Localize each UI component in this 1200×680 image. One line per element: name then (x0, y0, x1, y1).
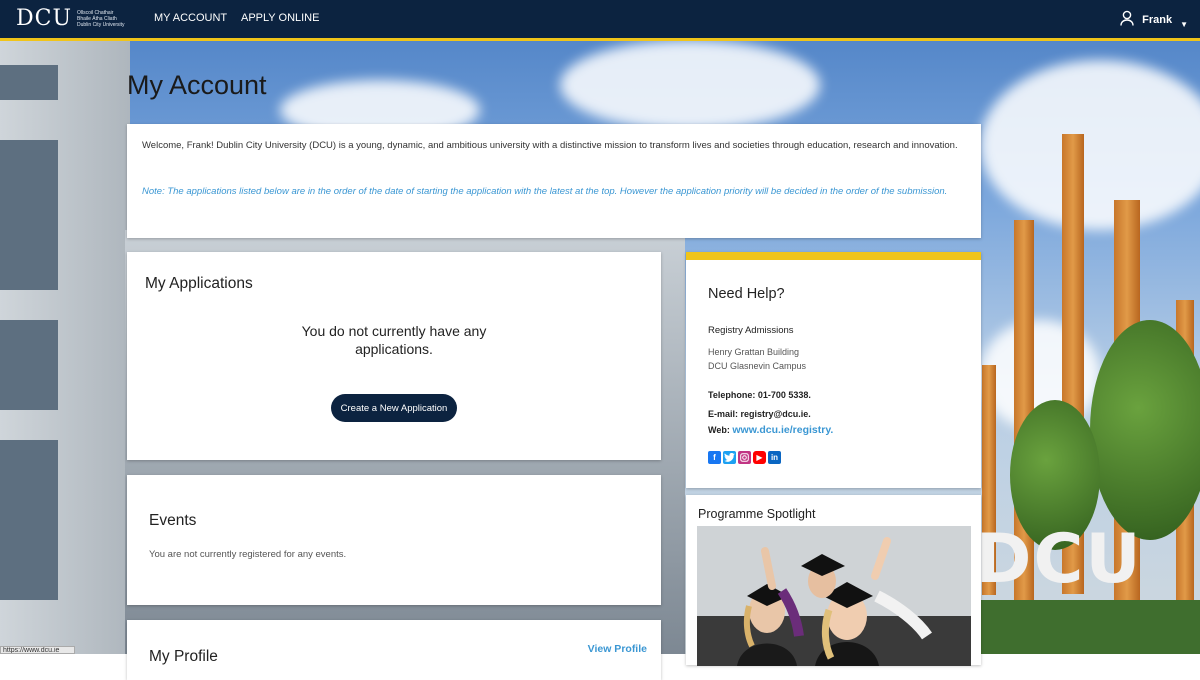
page-title: My Account (127, 70, 267, 100)
events-empty-message: You are not currently registered for any… (149, 549, 347, 560)
events-card: Events You are not currently registered … (127, 475, 661, 605)
view-profile-link[interactable]: View Profile (588, 643, 647, 655)
nav-my-account[interactable]: MY ACCOUNT (154, 12, 227, 24)
applications-card: My Applications You do not currently hav… (127, 252, 661, 460)
linkedin-icon[interactable]: in (768, 451, 781, 464)
dcu-logo[interactable]: DCU Ollscoil Chathair Bhaile Átha Cliath… (16, 6, 125, 31)
help-web: Web: www.dcu.ie/registry. (708, 424, 834, 436)
welcome-card: Welcome, Frank! Dublin City University (… (127, 124, 981, 238)
building-left (0, 40, 130, 654)
chevron-down-icon: ▼ (1180, 20, 1188, 29)
applications-title: My Applications (145, 275, 253, 292)
events-title: Events (149, 512, 197, 529)
grass (960, 600, 1200, 654)
user-name: Frank (1142, 13, 1173, 26)
welcome-text: Welcome, Frank! Dublin City University (… (142, 140, 958, 151)
youtube-icon[interactable]: ▶ (753, 451, 766, 464)
nav-apply-online[interactable]: APPLY ONLINE (241, 12, 319, 24)
spotlight-title: Programme Spotlight (698, 507, 816, 521)
user-menu[interactable]: Frank ▼ (1120, 10, 1188, 29)
dcu-sign: DCU (975, 520, 1143, 599)
instagram-icon[interactable] (738, 451, 751, 464)
programme-spotlight-card: Programme Spotlight (686, 495, 981, 666)
logo-subtitle: Ollscoil Chathair Bhaile Átha Cliath Dub… (77, 9, 125, 28)
graduation-photo[interactable] (697, 526, 971, 666)
facebook-icon[interactable]: f (708, 451, 721, 464)
browser-status-bar: https://www.dcu.ie (0, 646, 75, 654)
tree (1090, 320, 1200, 540)
help-telephone: Telephone: 01-700 5338. (708, 390, 811, 400)
help-address-line-2: DCU Glasnevin Campus (708, 361, 807, 371)
user-icon (1120, 10, 1134, 29)
cloud (980, 60, 1200, 230)
top-nav-bar: DCU Ollscoil Chathair Bhaile Átha Cliath… (0, 0, 1200, 41)
help-address-line-1: Henry Grattan Building (708, 347, 800, 357)
social-icons: f ▶ in (708, 451, 781, 464)
twitter-icon[interactable] (723, 451, 736, 464)
help-web-link[interactable]: www.dcu.ie/registry. (732, 424, 833, 436)
applications-empty-message: You do not currently have any applicatio… (301, 323, 487, 357)
profile-title: My Profile (149, 648, 218, 665)
profile-card: My Profile View Profile (127, 620, 661, 680)
cloud (560, 40, 820, 130)
help-email: E-mail: registry@dcu.ie. (708, 409, 811, 419)
applications-note: Note: The applications listed below are … (142, 186, 948, 197)
help-office: Registry Admissions (708, 325, 794, 336)
create-application-button[interactable]: Create a New Application (331, 394, 457, 422)
help-title: Need Help? (708, 286, 785, 302)
logo-text: DCU (16, 6, 73, 31)
help-card: Need Help? Registry Admissions Henry Gra… (686, 252, 981, 488)
